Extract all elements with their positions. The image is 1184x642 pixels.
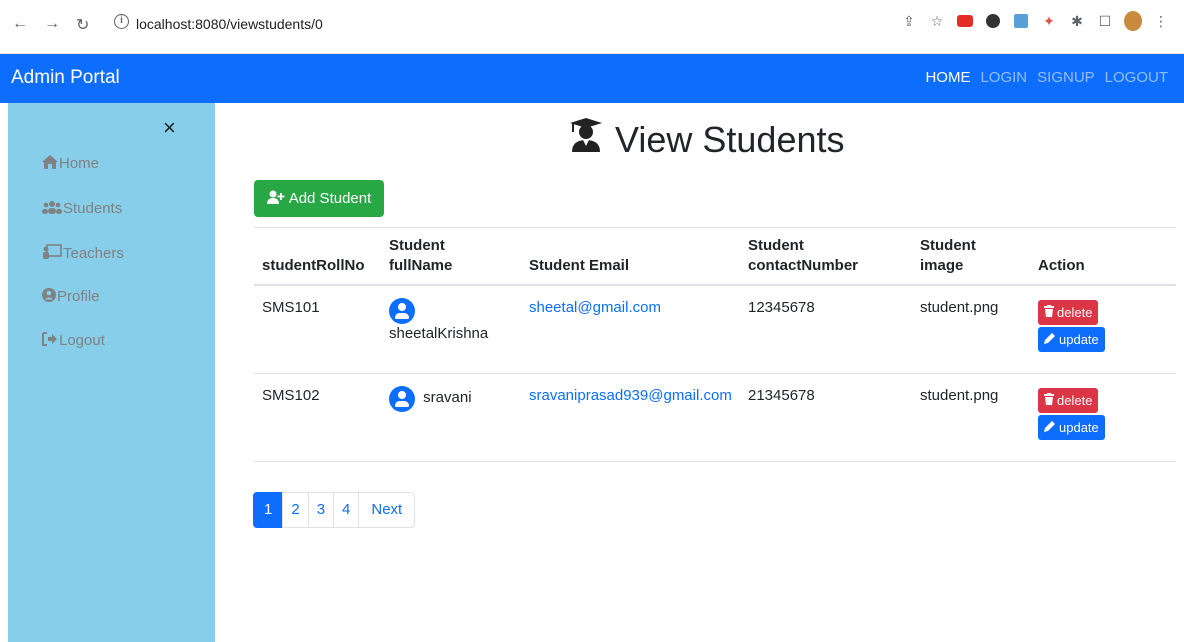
nav-links: HOME LOGIN SIGNUP LOGOUT (925, 69, 1168, 86)
forward-arrow-icon[interactable]: → (44, 15, 60, 33)
page-title-text: View Students (615, 118, 845, 160)
table-row: SMS102 sravani sravaniprasad939@gmail.co… (254, 373, 1176, 462)
sidebar: × Home Students Teachers Profile Logout (8, 103, 215, 642)
email-link[interactable]: sravaniprasad939@gmail.com (529, 387, 732, 404)
contact-cell: 21345678 (740, 373, 912, 462)
update-button[interactable]: update (1038, 414, 1105, 440)
sidebar-item-home[interactable]: Home (42, 155, 99, 172)
side-panel-icon[interactable]: ☐ (1096, 12, 1114, 30)
column-header: Student fullName (381, 227, 521, 286)
youtube-extension-icon[interactable] (956, 12, 974, 30)
column-header: Student contactNumber (740, 227, 912, 286)
roll-cell: SMS102 (254, 373, 381, 462)
sidebar-item-label: Home (59, 155, 100, 172)
page-link-1[interactable]: 1 (253, 492, 284, 528)
extension-icon[interactable] (984, 12, 1002, 30)
share-icon[interactable]: ⇪ (900, 12, 918, 30)
email-link[interactable]: sheetal@gmail.com (529, 299, 661, 316)
puzzle-extensions-icon[interactable]: ✱ (1068, 12, 1086, 30)
page-link-3[interactable]: 3 (307, 492, 335, 528)
nav-link-logout[interactable]: LOGOUT (1105, 69, 1168, 86)
back-arrow-icon[interactable]: ← (12, 15, 28, 33)
page-title: View Students (569, 118, 844, 161)
megaphone-extension-icon[interactable]: ✦ (1040, 12, 1058, 30)
name-cell: sravani (381, 373, 521, 462)
student-name: sheetalKrishna (389, 325, 489, 342)
drive-extension-icon[interactable] (1012, 12, 1030, 30)
action-cell: delete update (1030, 285, 1176, 374)
add-student-button[interactable]: Add Student (254, 180, 384, 217)
email-cell: sheetal@gmail.com (521, 285, 740, 374)
delete-button[interactable]: delete (1038, 300, 1099, 325)
user-circle-icon (42, 288, 56, 305)
sign-out-icon (42, 332, 58, 349)
column-header: Student Email (521, 227, 740, 286)
sidebar-item-label: Profile (57, 288, 100, 305)
sidebar-item-logout[interactable]: Logout (42, 332, 105, 349)
roll-cell: SMS101 (254, 285, 381, 374)
pencil-icon (1044, 420, 1056, 435)
pencil-icon (1044, 332, 1056, 347)
delete-button[interactable]: delete (1038, 387, 1099, 413)
sidebar-item-students[interactable]: Students (42, 200, 122, 217)
address-bar[interactable]: localhost:8080/viewstudents/0 (136, 16, 323, 32)
sidebar-item-label: Logout (59, 332, 105, 349)
bookmark-star-icon[interactable]: ☆ (928, 12, 946, 30)
column-header: Action (1030, 227, 1176, 286)
brand-title[interactable]: Admin Portal (11, 67, 120, 89)
extension-icons: ⇪ ☆ ✦ ✱ ☐ ⋮ (900, 11, 1170, 31)
nav-link-login[interactable]: LOGIN (980, 69, 1027, 86)
sidebar-item-label: Students (63, 200, 123, 217)
trash-icon (1044, 305, 1054, 320)
reload-icon[interactable]: ↻ (76, 15, 89, 35)
image-cell: student.png (912, 373, 1030, 462)
top-navbar: Admin Portal HOME LOGIN SIGNUP LOGOUT (0, 54, 1184, 103)
image-cell: student.png (912, 285, 1030, 374)
column-header: Student image (912, 227, 1030, 286)
students-table: studentRollNo Student fullName Student E… (254, 227, 1176, 462)
nav-link-home[interactable]: HOME (925, 69, 970, 86)
next-page-link[interactable]: Next (358, 492, 416, 528)
user-avatar-icon (389, 298, 415, 324)
close-icon[interactable]: × (163, 115, 176, 141)
nav-link-signup[interactable]: SIGNUP (1037, 69, 1095, 86)
chalkboard-teacher-icon (42, 244, 62, 262)
column-header: studentRollNo (254, 227, 381, 286)
update-button[interactable]: update (1038, 327, 1105, 352)
add-student-label: Add Student (288, 190, 372, 207)
sidebar-item-profile[interactable]: Profile (42, 288, 100, 305)
trash-icon (1044, 392, 1054, 408)
table-header-row: studentRollNo Student fullName Student E… (254, 227, 1176, 286)
sidebar-item-label: Teachers (63, 244, 124, 262)
home-icon (42, 155, 58, 172)
contact-cell: 12345678 (740, 285, 912, 374)
table-row: SMS101 sheetalKrishna sheetal@gmail.com … (254, 285, 1176, 374)
email-cell: sravaniprasad939@gmail.com (521, 373, 740, 462)
site-info-icon[interactable]: i (114, 14, 129, 29)
user-avatar-icon (389, 385, 415, 412)
more-menu-icon[interactable]: ⋮ (1152, 12, 1170, 30)
sidebar-item-teachers[interactable]: Teachers (42, 244, 124, 262)
pagination: 1 2 3 4 Next (253, 492, 416, 528)
page-link-4[interactable]: 4 (333, 492, 360, 528)
page-link-2[interactable]: 2 (282, 492, 309, 528)
name-cell: sheetalKrishna (381, 285, 521, 374)
student-name: sravani (423, 389, 472, 407)
users-icon (42, 200, 62, 217)
action-cell: delete update (1030, 373, 1176, 462)
graduate-icon (569, 118, 603, 161)
profile-avatar-icon[interactable] (1124, 11, 1142, 31)
browser-toolbar: ← → ↻ i localhost:8080/viewstudents/0 ⇪ … (0, 0, 1184, 54)
user-plus-icon (266, 190, 285, 208)
